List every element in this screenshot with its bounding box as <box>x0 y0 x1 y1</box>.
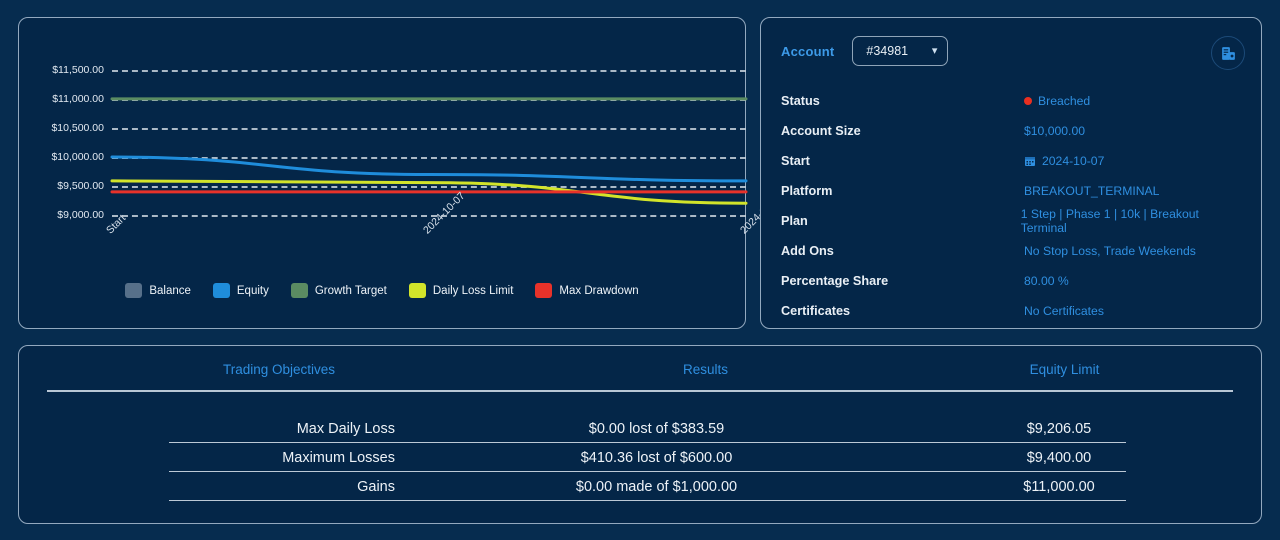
chart-y-tick-label: $9,000.00 <box>57 209 104 222</box>
table-row: Gains $0.00 made of $1,000.00 $11,000.00 <box>19 472 1261 501</box>
chart-y-tick-label: $9,500.00 <box>57 180 104 193</box>
account-detail-value-text: No Certificates <box>1024 304 1104 318</box>
table-row: Max Daily Loss $0.00 lost of $383.59 $9,20… <box>19 414 1261 443</box>
account-detail-value-text: $10,000.00 <box>1024 124 1085 138</box>
legend-item[interactable]: Daily Loss Limit <box>408 283 514 298</box>
legend-label: Equity <box>236 284 269 297</box>
legend-swatch-icon <box>408 283 426 298</box>
report-document-icon-button[interactable] <box>1211 36 1245 70</box>
legend-swatch-icon <box>125 283 143 298</box>
table-row: Maximum Losses $410.36 lost of $600.00 $9,… <box>19 443 1261 472</box>
chart-y-tick-label: $10,500.00 <box>51 121 104 134</box>
chart-plot-area <box>110 64 748 221</box>
account-detail-row: Plan 1 Step | Phase 1 | 10k | Breakout Te… <box>781 206 1245 236</box>
account-detail-value-text: 2024-10-07 <box>1042 154 1105 168</box>
table-cell-result: $410.36 lost of $600.00 <box>580 449 733 466</box>
account-detail-row: Account Size $10,000.00 <box>781 116 1245 146</box>
account-detail-value-text: BREAKOUT_TERMINAL <box>1024 184 1160 198</box>
account-select[interactable]: #34981 <box>852 36 949 66</box>
chart-y-tick-label: $11,500.00 <box>52 63 104 76</box>
table-cell-objective: Maximum Losses <box>282 449 395 466</box>
legend-item[interactable]: Growth Target <box>290 283 387 298</box>
account-detail-key: Status <box>781 94 820 108</box>
table-cell-objective: Gains <box>357 478 395 495</box>
account-detail-value: No Certificates <box>1024 304 1104 318</box>
column-header-objectives: Trading Objectives <box>222 362 336 377</box>
legend-swatch-icon <box>290 283 308 298</box>
account-detail-value: 80.00 % <box>1024 274 1069 288</box>
account-detail-row: Platform BREAKOUT_TERMINAL <box>781 176 1245 206</box>
table-header-row: Trading Objectives Results Equity Limit <box>19 346 1261 377</box>
chart-line-equity <box>110 155 748 183</box>
account-detail-key: Start <box>781 154 810 168</box>
account-details-card: Account #34981 ▾ Status Breached Account S… <box>760 17 1262 329</box>
account-detail-value: BREAKOUT_TERMINAL <box>1024 184 1159 198</box>
status-dot-icon <box>1024 97 1032 105</box>
account-detail-key: Add Ons <box>781 244 834 258</box>
legend-item[interactable]: Equity <box>212 283 269 298</box>
trading-objectives-card: Trading Objectives Results Equity Limit … <box>18 345 1262 524</box>
account-detail-key: Percentage Share <box>781 274 889 288</box>
account-detail-row: Certificates No Certificates <box>781 296 1245 326</box>
chart-y-tick-label: $11,000.00 <box>52 92 104 105</box>
account-detail-row: Add Ons No Stop Loss, Trade Weekends <box>781 236 1245 266</box>
chart-y-tick-label: $10,000.00 <box>51 151 104 164</box>
account-label: Account <box>781 43 835 59</box>
equity-chart: $11,500.00 $11,000.00 $10,500.00 $10,000.00… <box>19 18 784 328</box>
table-cell-result: $0.00 made of $1,000.00 <box>575 478 738 495</box>
chart-legend: Balance Equity Growth Target Daily Loss Lim… <box>19 283 745 298</box>
account-detail-value: 1 Step | Phase 1 | 10k | Breakout Termin… <box>1021 207 1245 235</box>
account-detail-value: No Stop Loss, Trade Weekends <box>1024 244 1196 258</box>
legend-swatch-icon <box>212 283 230 298</box>
account-detail-value-text: Breached <box>1038 94 1091 108</box>
table-body: Max Daily Loss $0.00 lost of $383.59 $9,20… <box>19 414 1261 501</box>
table-header-divider <box>47 390 1233 392</box>
account-detail-row: Status Breached <box>781 86 1245 116</box>
legend-swatch-icon <box>535 283 553 298</box>
legend-label: Growth Target <box>314 284 387 297</box>
report-document-icon <box>1221 46 1235 60</box>
table-row-divider <box>169 500 1126 501</box>
account-detail-row: Percentage Share 80.00 % <box>781 266 1245 296</box>
account-detail-value: 2024-10-07 <box>1024 154 1104 168</box>
equity-chart-card: $11,500.00 $11,000.00 $10,500.00 $10,000.00… <box>18 17 784 329</box>
dashboard-page: $11,500.00 $11,000.00 $10,500.00 $10,000.00… <box>0 0 1280 540</box>
table-cell-result: $0.00 lost of $383.59 <box>588 420 725 437</box>
account-detail-value-text: 80.00 % <box>1024 274 1069 288</box>
legend-label: Daily Loss Limit <box>432 284 514 297</box>
account-select-wrapper[interactable]: #34981 ▾ <box>852 36 949 66</box>
table-cell-objective: Max Daily Loss <box>296 420 395 437</box>
column-header-equity-limit: Equity Limit <box>1029 362 1100 377</box>
calendar-icon <box>1025 157 1035 166</box>
table-cell-equity-limit: $9,400.00 <box>1026 449 1092 466</box>
account-detail-value-text: 1 Step | Phase 1 | 10k | Breakout Termin… <box>1020 207 1199 235</box>
account-detail-key: Platform <box>781 184 833 198</box>
account-detail-value-text: No Stop Loss, Trade Weekends <box>1024 244 1196 258</box>
table-cell-equity-limit: $9,206.05 <box>1026 420 1092 437</box>
legend-label: Balance <box>149 284 191 297</box>
account-detail-value: Breached <box>1024 94 1090 108</box>
chart-series-lines <box>110 97 748 205</box>
trading-objectives-table: Trading Objectives Results Equity Limit … <box>19 346 1261 523</box>
account-detail-key: Plan <box>781 214 808 228</box>
legend-item[interactable]: Max Drawdown <box>535 283 639 298</box>
legend-label: Max Drawdown <box>559 284 639 297</box>
table-cell-equity-limit: $11,000.00 <box>1023 478 1095 495</box>
account-detail-key: Account Size <box>781 124 861 138</box>
account-detail-key: Certificates <box>781 304 851 318</box>
legend-item[interactable]: Balance <box>125 283 191 298</box>
account-detail-rows: Status Breached Account Size $10,000.00 Star… <box>781 86 1245 326</box>
account-selector-group: Account #34981 ▾ <box>781 36 949 66</box>
account-detail-row: Start 2024-10-07 <box>781 146 1245 176</box>
account-detail-value: $10,000.00 <box>1024 124 1085 138</box>
column-header-results: Results <box>682 362 728 377</box>
